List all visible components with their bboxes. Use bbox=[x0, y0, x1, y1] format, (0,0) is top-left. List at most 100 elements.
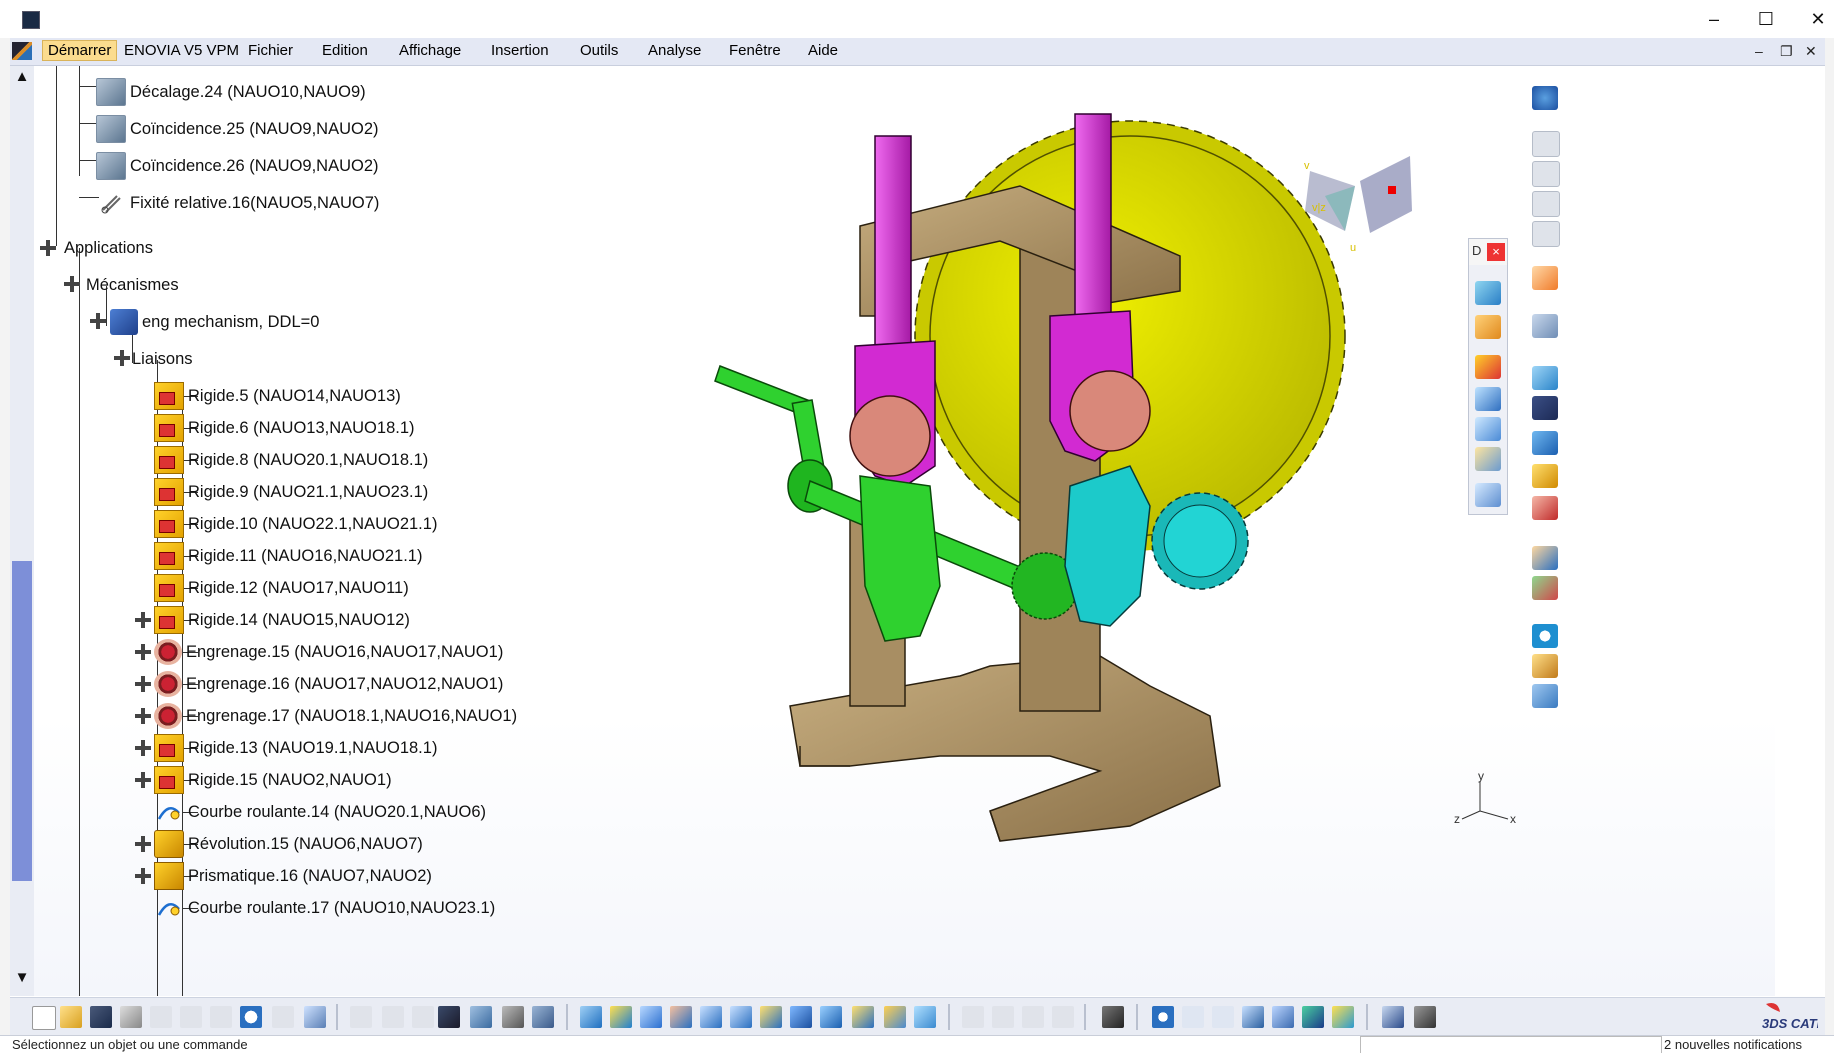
select-arrow-icon[interactable] bbox=[1532, 266, 1558, 290]
undo-icon[interactable] bbox=[240, 1006, 262, 1028]
multi-view-icon[interactable] bbox=[790, 1006, 812, 1028]
previous-icon[interactable] bbox=[1182, 1006, 1204, 1028]
tree-node-joint[interactable]: Rigide.9 (NAUO21.1,NAUO23.1) bbox=[154, 477, 428, 507]
tree-node-mecanismes[interactable]: Mécanismes bbox=[86, 270, 179, 300]
menu-fichier[interactable]: Fichier bbox=[248, 42, 293, 59]
search-icon[interactable] bbox=[1242, 1006, 1264, 1028]
normal-view-icon[interactable] bbox=[760, 1006, 782, 1028]
swap-visible-space-icon[interactable] bbox=[914, 1006, 936, 1028]
paste-icon[interactable] bbox=[210, 1006, 232, 1028]
doc-close-button[interactable]: ✕ bbox=[1805, 43, 1817, 60]
table-icon[interactable] bbox=[438, 1006, 460, 1028]
next-icon[interactable] bbox=[1212, 1006, 1234, 1028]
tree-node-joint[interactable]: Prismatique.16 (NAUO7,NAUO2) bbox=[154, 861, 432, 891]
menu-edition[interactable]: Edition bbox=[322, 42, 368, 59]
cut-icon[interactable] bbox=[150, 1006, 172, 1028]
comment-icon[interactable] bbox=[382, 1006, 404, 1028]
zoom-in-icon[interactable] bbox=[700, 1006, 722, 1028]
scroll-up-arrow-icon[interactable]: ▲ bbox=[13, 68, 31, 86]
expand-node-icon[interactable] bbox=[135, 612, 151, 628]
tree-node-liaisons[interactable]: Liaisons bbox=[132, 344, 193, 374]
disabled-tool-icon[interactable] bbox=[1532, 221, 1560, 247]
iso-view-icon[interactable] bbox=[820, 1006, 842, 1028]
3d-viewport[interactable]: ▲ ▼ Décalage.24 (NAUO10,NAUO9) Coïnciden… bbox=[10, 66, 1775, 996]
scroll-down-arrow-icon[interactable]: ▼ bbox=[13, 969, 31, 987]
disabled-tool-icon[interactable] bbox=[1052, 1006, 1074, 1028]
doc-restore-button[interactable]: ❐ bbox=[1780, 43, 1793, 60]
expand-node-icon[interactable] bbox=[135, 644, 151, 660]
structure-icon[interactable] bbox=[470, 1006, 492, 1028]
tree-node-joint[interactable]: Rigide.15 (NAUO2,NAUO1) bbox=[154, 765, 392, 795]
pan-icon[interactable] bbox=[640, 1006, 662, 1028]
disabled-tool-icon[interactable] bbox=[992, 1006, 1014, 1028]
collapse-liaisons-icon[interactable] bbox=[114, 350, 130, 366]
redo-icon[interactable] bbox=[272, 1006, 294, 1028]
minimize-button[interactable]: – bbox=[1688, 4, 1740, 34]
distance-icon[interactable] bbox=[1332, 1006, 1354, 1028]
fit-all-icon[interactable] bbox=[610, 1006, 632, 1028]
sectioning-icon[interactable] bbox=[1302, 1006, 1324, 1028]
rigid-joint-tool-icon[interactable] bbox=[1475, 355, 1501, 379]
tree-node-applications[interactable]: Applications bbox=[64, 233, 153, 263]
measure-item-icon[interactable] bbox=[1414, 1006, 1436, 1028]
constraint-tool-icon[interactable] bbox=[1532, 464, 1558, 488]
close-button[interactable]: ✕ bbox=[1792, 4, 1834, 34]
measure-between-icon[interactable] bbox=[1382, 1006, 1404, 1028]
scroll-thumb[interactable] bbox=[12, 561, 32, 881]
component-icon[interactable] bbox=[1532, 684, 1558, 708]
doc-minimize-button[interactable]: – bbox=[1755, 43, 1763, 59]
update-icon[interactable] bbox=[1532, 546, 1558, 570]
toolbar-close-icon[interactable]: × bbox=[1487, 243, 1505, 261]
tree-node-coincidence-26[interactable]: Coïncidence.26 (NAUO9,NAUO2) bbox=[96, 151, 379, 181]
tools-icon[interactable] bbox=[1532, 496, 1558, 520]
disabled-tool-icon[interactable] bbox=[1532, 131, 1560, 157]
fly-mode-icon[interactable] bbox=[580, 1006, 602, 1028]
hide-show-icon[interactable] bbox=[884, 1006, 906, 1028]
target-icon[interactable] bbox=[1152, 1006, 1174, 1028]
tree-node-joint[interactable]: Courbe roulante.14 (NAUO20.1,NAUO6) bbox=[154, 797, 486, 827]
menu-aide[interactable]: Aide bbox=[808, 42, 838, 59]
tree-node-joint[interactable]: Rigide.11 (NAUO16,NAUO21.1) bbox=[154, 541, 422, 571]
tree-node-joint[interactable]: Rigide.12 (NAUO17,NAUO11) bbox=[154, 573, 409, 603]
menu-outils[interactable]: Outils bbox=[580, 42, 618, 59]
fixed-part-icon[interactable] bbox=[1475, 315, 1501, 339]
tree-node-joint[interactable]: Rigide.10 (NAUO22.1,NAUO21.1) bbox=[154, 509, 437, 539]
speed-acceleration-icon[interactable] bbox=[1475, 447, 1501, 471]
maximize-button[interactable]: ☐ bbox=[1740, 4, 1792, 34]
manipulate-icon[interactable] bbox=[1532, 314, 1558, 338]
snap-icon[interactable] bbox=[1532, 396, 1558, 420]
mechanism-dressup-icon[interactable] bbox=[1475, 281, 1501, 305]
bill-of-material-icon[interactable] bbox=[1532, 654, 1558, 678]
lock-icon[interactable] bbox=[502, 1006, 524, 1028]
rotate-icon[interactable] bbox=[670, 1006, 692, 1028]
menu-insertion[interactable]: Insertion bbox=[491, 42, 549, 59]
menu-demarrer[interactable]: Démarrer bbox=[42, 40, 118, 61]
disabled-tool-icon[interactable] bbox=[1532, 161, 1560, 187]
clash-icon[interactable] bbox=[1272, 1006, 1294, 1028]
menu-affichage[interactable]: Affichage bbox=[399, 42, 461, 59]
tree-node-eng-mechanism[interactable]: eng mechanism, DDL=0 bbox=[110, 307, 319, 337]
mechanism-3d-model[interactable] bbox=[690, 66, 1570, 996]
camera-icon[interactable] bbox=[1102, 1006, 1124, 1028]
hyperlink-icon[interactable] bbox=[412, 1006, 434, 1028]
collapse-mechanism-icon[interactable] bbox=[90, 313, 106, 329]
tree-node-joint[interactable]: Courbe roulante.17 (NAUO10,NAUO23.1) bbox=[154, 893, 495, 923]
disabled-tool-icon[interactable] bbox=[962, 1006, 984, 1028]
zoom-out-icon[interactable] bbox=[730, 1006, 752, 1028]
disabled-tool-icon[interactable] bbox=[1532, 191, 1560, 217]
catia-menu-logo-icon[interactable] bbox=[12, 42, 32, 60]
notification-count[interactable]: 2 nouvelles notifications bbox=[1664, 1037, 1802, 1052]
dmu-floating-toolbar[interactable]: D × bbox=[1468, 238, 1508, 515]
expand-node-icon[interactable] bbox=[135, 708, 151, 724]
tree-node-joint[interactable]: Rigide.8 (NAUO20.1,NAUO18.1) bbox=[154, 445, 428, 475]
expand-node-icon[interactable] bbox=[135, 836, 151, 852]
expand-node-icon[interactable] bbox=[135, 772, 151, 788]
tree-node-joint[interactable]: Rigide.5 (NAUO14,NAUO13) bbox=[154, 381, 401, 411]
mapping-icon[interactable] bbox=[1532, 576, 1558, 600]
print-icon[interactable] bbox=[120, 1006, 142, 1028]
mechanism-analysis-icon[interactable] bbox=[1475, 483, 1501, 507]
properties-icon[interactable] bbox=[532, 1006, 554, 1028]
tree-scrollbar[interactable]: ▲ ▼ bbox=[10, 66, 34, 996]
refresh-icon[interactable] bbox=[1532, 624, 1558, 648]
tree-node-fixite-relative-16[interactable]: Fixité relative.16(NAUO5,NAUO7) bbox=[96, 188, 379, 218]
